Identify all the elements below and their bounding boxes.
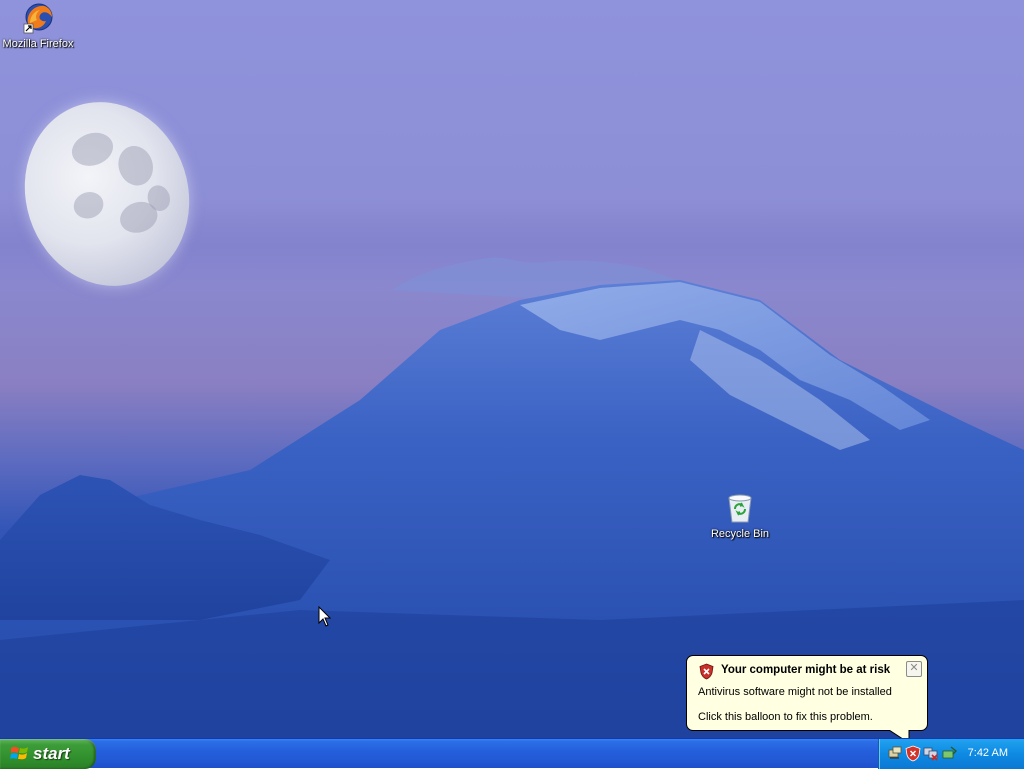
- balloon-title: Your computer might be at risk: [721, 664, 891, 676]
- desktop-icon-label: Mozilla Firefox: [2, 38, 74, 50]
- taskbar-clock[interactable]: 7:42 AM: [968, 747, 1008, 759]
- recycle-bin-icon: [728, 494, 752, 523]
- desktop-icon-firefox[interactable]: Mozilla Firefox: [0, 2, 78, 52]
- security-center-icon[interactable]: [905, 745, 921, 762]
- balloon-message: Antivirus software might not be installe…: [698, 686, 892, 698]
- balloon-close-button[interactable]: ✕: [906, 661, 922, 677]
- desktop-icon-recycle-bin[interactable]: Recycle Bin: [700, 492, 780, 542]
- firefox-icon: [23, 3, 53, 34]
- mountain-wallpaper-element: [0, 257, 1024, 738]
- windows-logo-icon: [10, 746, 28, 760]
- network-icon[interactable]: [887, 745, 903, 761]
- mouse-cursor-icon: [318, 606, 332, 627]
- system-tray[interactable]: 7:42 AM: [878, 739, 1024, 769]
- desktop[interactable]: Mozilla Firefox Recycle Bin: [0, 0, 1024, 738]
- security-shield-icon: [699, 663, 714, 680]
- security-notification-balloon[interactable]: Your computer might be at risk ✕ Antivir…: [686, 655, 928, 744]
- network-connection-icon[interactable]: [923, 745, 939, 761]
- start-button[interactable]: start: [0, 739, 96, 769]
- safely-remove-hardware-icon[interactable]: [941, 745, 957, 761]
- balloon-action-text[interactable]: Click this balloon to fix this problem.: [698, 711, 873, 723]
- desktop-icon-label: Recycle Bin: [710, 528, 770, 540]
- start-label: start: [33, 744, 70, 763]
- taskbar[interactable]: start 7:42 AM: [0, 738, 1024, 769]
